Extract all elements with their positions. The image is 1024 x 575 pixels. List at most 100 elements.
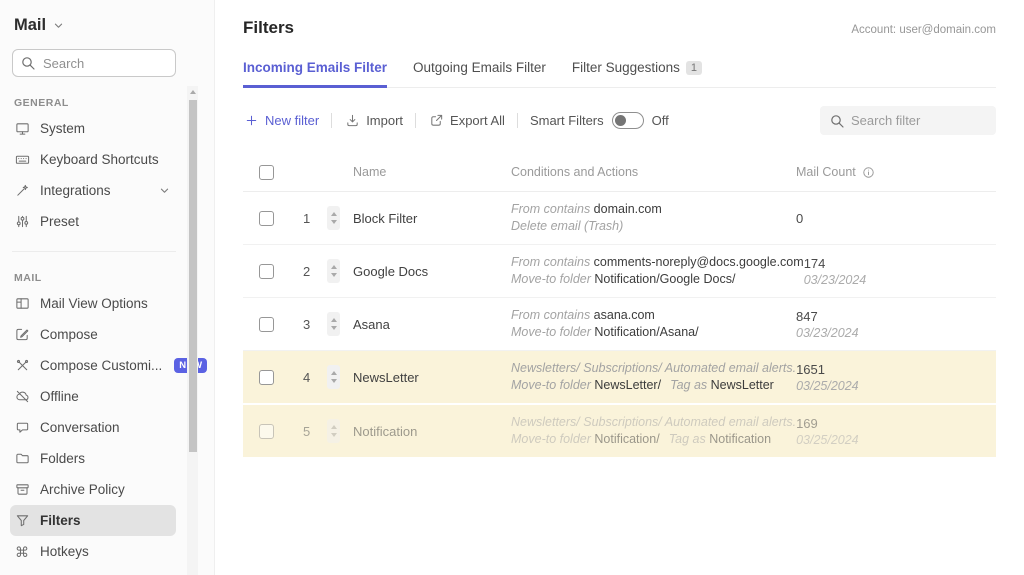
account-label: Account: [851, 24, 896, 36]
sidebar-divider [12, 251, 176, 252]
smart-filters-state: Off [652, 113, 669, 128]
sidebar-item-filters[interactable]: Filters [10, 505, 176, 536]
sidebar-scrollbar[interactable] [187, 86, 198, 575]
condition-value: comments-noreply@docs.google.com [594, 255, 804, 269]
column-header-mail-count: Mail Count [796, 164, 996, 180]
stepper-down-icon[interactable] [331, 326, 337, 330]
tab-outgoing-emails-filter[interactable]: Outgoing Emails Filter [413, 60, 546, 88]
condition-value: Notification [709, 432, 771, 446]
sidebar-item-archive-policy[interactable]: Archive Policy [10, 474, 176, 505]
filter-row[interactable]: 3AsanaFrom contains asana.comMove-to fol… [243, 297, 996, 350]
scroll-up-arrow-icon[interactable] [187, 86, 198, 98]
stepper-down-icon[interactable] [331, 433, 337, 437]
sidebar-item-preset[interactable]: Preset [10, 206, 176, 237]
stepper-up-icon[interactable] [331, 212, 337, 216]
sidebar-item-compose-customization[interactable]: Compose Customi...NEW [10, 350, 176, 381]
stepper-down-icon[interactable] [331, 220, 337, 224]
sidebar-item-hotkeys[interactable]: ⌘ Hotkeys [10, 536, 176, 567]
settings-scope-dropdown[interactable]: Mail [14, 16, 214, 35]
sidebar-item-conversation[interactable]: Conversation [10, 412, 176, 443]
sidebar-section-label: MAIL [14, 272, 214, 284]
row-checkbox[interactable] [259, 211, 274, 226]
sidebar-search-input[interactable] [12, 49, 176, 77]
sidebar-item-folders[interactable]: Folders [10, 443, 176, 474]
filter-search [820, 106, 996, 135]
search-icon [829, 113, 845, 132]
filter-search-input[interactable] [820, 106, 996, 135]
new-filter-button[interactable]: New filter [243, 113, 319, 129]
filter-row[interactable]: 5NotificationNewsletters/ Subscriptions/… [243, 403, 996, 457]
filter-order: 4 [303, 370, 327, 385]
import-button[interactable]: Import [344, 113, 403, 129]
row-checkbox[interactable] [259, 424, 274, 439]
filter-conditions: From contains asana.comMove-to folder No… [511, 307, 796, 341]
order-stepper[interactable] [327, 259, 340, 283]
filter-name: Google Docs [353, 264, 511, 279]
sidebar-item-system[interactable]: System [10, 113, 176, 144]
filter-row[interactable]: 4NewsLetterNewsletters/ Subscriptions/ A… [243, 350, 996, 403]
order-stepper[interactable] [327, 312, 340, 336]
export-all-label: Export All [450, 113, 505, 128]
stepper-up-icon[interactable] [331, 318, 337, 322]
mail-count-date: 03/23/2024 [796, 326, 996, 340]
compose-icon [14, 327, 30, 343]
settings-sidebar: Mail GENERALSystemKeyboard ShortcutsInte… [0, 0, 215, 575]
row-checkbox[interactable] [259, 264, 274, 279]
stepper-down-icon[interactable] [331, 379, 337, 383]
sidebar-item-offline[interactable]: Offline [10, 381, 176, 412]
condition-keyword: From contains [511, 308, 594, 322]
sidebar-item-compose[interactable]: Compose [10, 319, 176, 350]
sidebar-item-mail-view-options[interactable]: Mail View Options [10, 288, 176, 319]
sidebar-item-label: Compose Customi... [40, 358, 162, 373]
order-stepper[interactable] [327, 419, 340, 443]
filter-order: 1 [303, 211, 327, 226]
mail-count-date: 03/23/2024 [804, 273, 1004, 287]
filter-conditions: Newsletters/ Subscriptions/ Automated em… [511, 414, 796, 448]
scrollbar-thumb[interactable] [189, 100, 197, 452]
import-icon [344, 113, 360, 129]
stepper-up-icon[interactable] [331, 265, 337, 269]
row-checkbox[interactable] [259, 317, 274, 332]
mail-count: 0 [796, 211, 996, 226]
order-stepper[interactable] [327, 365, 340, 389]
condition-keyword: Move-to folder [511, 272, 594, 286]
settings-window: Mail GENERALSystemKeyboard ShortcutsInte… [0, 0, 1024, 575]
smart-filters-toggle[interactable] [612, 112, 644, 129]
export-icon [428, 113, 444, 129]
sidebar-item-label: Integrations [40, 183, 111, 198]
mail-count: 847 [796, 309, 996, 324]
mail-count-cell: 165103/25/2024 [796, 362, 996, 393]
command-icon: ⌘ [14, 544, 30, 560]
stepper-up-icon[interactable] [331, 425, 337, 429]
filter-row[interactable]: 2 Google DocsFrom contains comments-norep… [243, 244, 996, 297]
stepper-up-icon[interactable] [331, 371, 337, 375]
filter-order: 2 [303, 264, 327, 279]
tab-filter-suggestions[interactable]: Filter Suggestions1 [572, 60, 702, 88]
row-checkbox[interactable] [259, 370, 274, 385]
plus-icon [243, 113, 259, 129]
sidebar-item-label: Conversation [40, 420, 120, 435]
condition-value: Notification/Asana/ [594, 325, 698, 339]
cloud-off-icon [14, 389, 30, 405]
filter-tabs: Incoming Emails Filter Outgoing Emails Fi… [243, 60, 996, 88]
new-filter-label: New filter [265, 113, 319, 128]
sidebar-item-keyboard-shortcuts[interactable]: Keyboard Shortcuts [10, 144, 176, 175]
sidebar-item-label: Mail View Options [40, 296, 148, 311]
select-all-checkbox[interactable] [259, 165, 274, 180]
sidebar-item-label: Filters [40, 513, 81, 528]
export-all-button[interactable]: Export All [428, 113, 505, 129]
filter-row[interactable]: 1Block FilterFrom contains domain.comDel… [243, 192, 996, 244]
condition-value: NewsLetter/ [594, 378, 661, 392]
condition-keyword: Delete email (Trash) [511, 219, 623, 233]
condition-value: domain.com [594, 202, 662, 216]
condition-value: Notification/ [594, 432, 659, 446]
order-stepper[interactable] [327, 206, 340, 230]
filters-table: Name Conditions and Actions Mail Count 1… [243, 153, 996, 457]
chevron-down-icon [159, 185, 170, 196]
sidebar-item-label: Hotkeys [40, 544, 89, 559]
sidebar-item-integrations[interactable]: Integrations [10, 175, 176, 206]
tab-incoming-emails-filter[interactable]: Incoming Emails Filter [243, 60, 387, 88]
filter-name: Block Filter [353, 211, 511, 226]
stepper-down-icon[interactable] [331, 273, 337, 277]
condition-keyword: From contains [511, 255, 594, 269]
